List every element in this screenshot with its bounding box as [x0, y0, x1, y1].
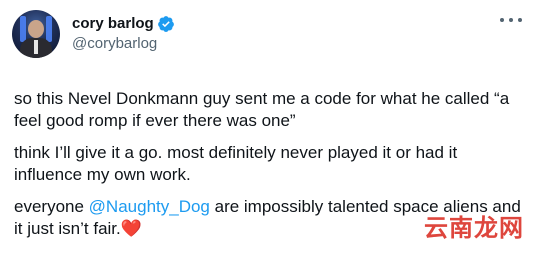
avatar-head [28, 20, 44, 38]
name-row: cory barlog [72, 14, 175, 34]
more-options-icon[interactable] [500, 14, 522, 26]
watermark-logo: 云南龙网 [424, 214, 524, 242]
user-names: cory barlog @corybarlog [72, 14, 175, 54]
tweet-card: cory barlog @corybarlog so this Nevel Do… [0, 0, 534, 257]
tweet-paragraph-2: think I’ll give it a go. most definitely… [14, 143, 458, 184]
more-dot [509, 18, 513, 22]
tweet-text-segment: everyone [14, 197, 89, 216]
mention-link[interactable]: @Naughty_Dog [89, 197, 210, 216]
user-handle[interactable]: @corybarlog [72, 34, 175, 54]
red-heart-emoji: ❤️ [120, 219, 142, 238]
avatar-background-light [46, 16, 52, 42]
tweet-header: cory barlog @corybarlog [12, 10, 175, 58]
more-dot [500, 18, 504, 22]
avatar-lanyard [34, 40, 38, 54]
tweet-paragraph-1: so this Nevel Donkmann guy sent me a cod… [14, 89, 510, 130]
display-name[interactable]: cory barlog [72, 14, 154, 34]
avatar-background-light [20, 16, 26, 42]
verified-badge-icon [157, 16, 174, 32]
more-dot [518, 18, 522, 22]
avatar[interactable] [12, 10, 60, 58]
